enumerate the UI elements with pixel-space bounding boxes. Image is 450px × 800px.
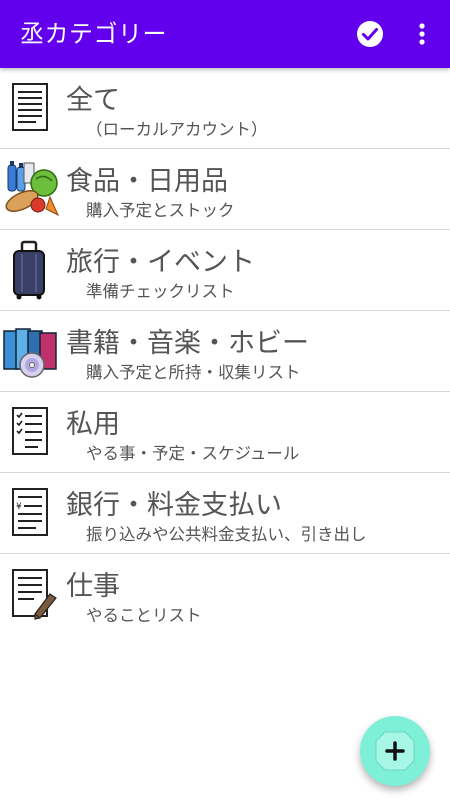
yen-document-icon: ¥ [12,488,48,536]
category-item-all[interactable]: 全て （ローカルアカウント） [0,68,450,149]
page-title: 丞カテゴリー [20,20,167,48]
books-cd-icon [3,328,57,378]
category-subtitle: やることリスト [86,606,202,625]
category-item-groceries[interactable]: 食品・日用品 購入予定とストック [0,149,450,230]
category-item-work[interactable]: 仕事 やることリスト [0,554,450,634]
category-subtitle: やる事・予定・スケジュール [86,444,300,463]
category-item-private[interactable]: 私用 やる事・予定・スケジュール [0,392,450,473]
category-list: 全て （ローカルアカウント） 食品・日用品 購入予定とストック 旅行・イベント … [0,68,450,634]
category-subtitle: （ローカルアカウント） [86,120,268,139]
category-title: 書籍・音楽・ホビー [66,328,309,359]
category-item-bank-payments[interactable]: ¥ 銀行・料金支払い 振り込みや公共料金支払い、引き出し [0,473,450,554]
document-pen-icon [12,569,57,620]
category-title: 全て [66,85,120,116]
more-vert-icon[interactable] [410,20,434,48]
groceries-icon [5,161,60,217]
category-title: 私用 [66,409,120,440]
category-screen: 丞カテゴリー 全て （ローカルアカウント） 食品・日用品 購入予定とストック 旅… [0,0,450,800]
add-icon [375,731,415,771]
category-title: 旅行・イベント [66,247,255,278]
category-subtitle: 準備チェックリスト [86,282,235,301]
category-subtitle: 振り込みや公共料金支払い、引き出し [86,525,367,544]
category-item-books-music[interactable]: 書籍・音楽・ホビー 購入予定と所持・収集リスト [0,311,450,392]
check-circle-icon[interactable] [356,20,384,48]
category-title: 仕事 [66,571,120,602]
document-lines-icon [12,83,48,131]
category-title: 食品・日用品 [66,166,228,197]
category-subtitle: 購入予定とストック [86,201,235,220]
category-title: 銀行・料金支払い [66,490,282,521]
add-category-button[interactable] [360,716,430,786]
suitcase-icon [13,240,45,300]
category-subtitle: 購入予定と所持・収集リスト [86,363,301,382]
app-bar: 丞カテゴリー [0,0,450,68]
svg-text:¥: ¥ [16,502,22,512]
checklist-document-icon [12,407,48,455]
category-item-travel[interactable]: 旅行・イベント 準備チェックリスト [0,230,450,311]
